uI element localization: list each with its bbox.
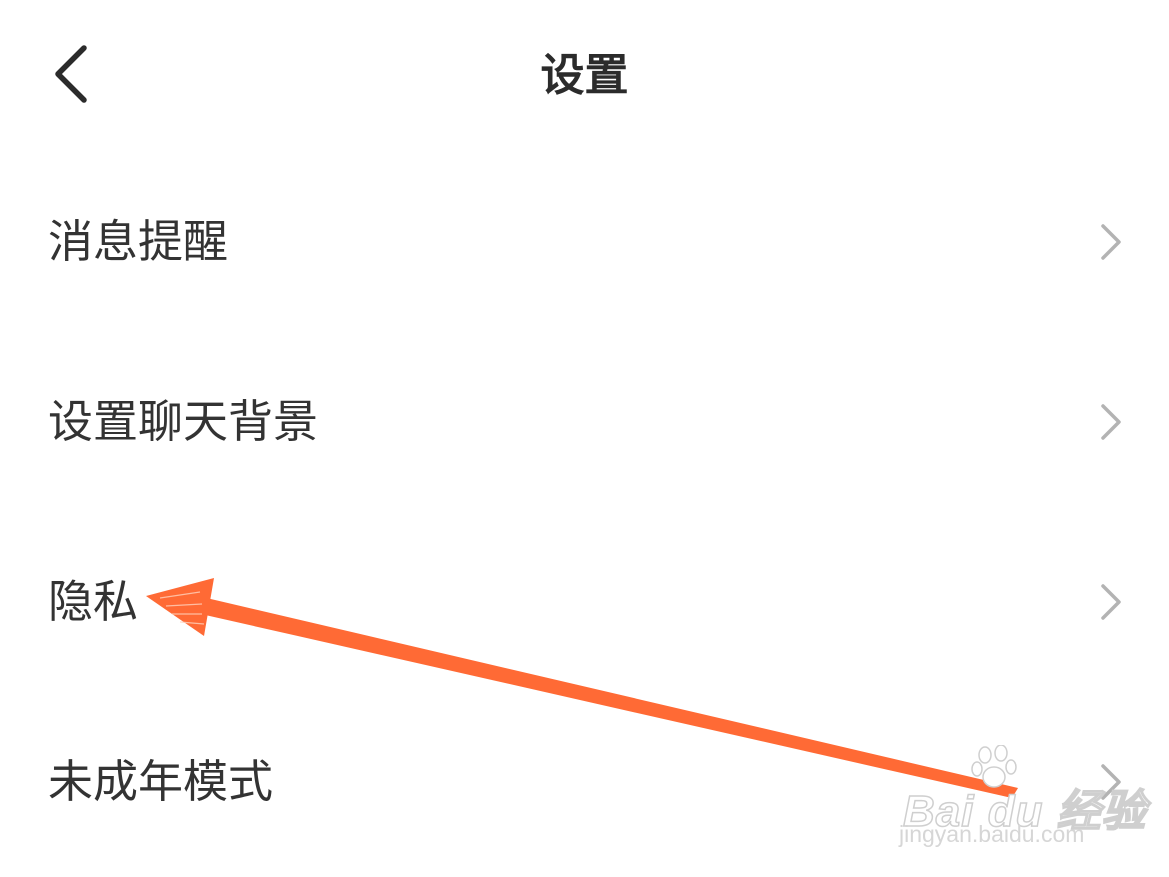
settings-item-privacy[interactable]: 隐私 bbox=[0, 510, 1169, 690]
settings-item-chat-background[interactable]: 设置聊天背景 bbox=[0, 330, 1169, 510]
nav-bar: 设置 bbox=[0, 0, 1169, 150]
settings-list: 消息提醒 设置聊天背景 隐私 未成年模式 bbox=[0, 150, 1169, 870]
settings-item-label: 隐私 bbox=[48, 575, 139, 628]
settings-item-minor-mode[interactable]: 未成年模式 bbox=[0, 690, 1169, 870]
page-title: 设置 bbox=[540, 50, 629, 101]
chevron-right-icon bbox=[1095, 402, 1125, 442]
chevron-right-icon bbox=[1095, 222, 1125, 262]
chevron-right-icon bbox=[1095, 762, 1125, 802]
settings-item-label: 设置聊天背景 bbox=[48, 395, 319, 448]
settings-item-message-reminder[interactable]: 消息提醒 bbox=[0, 150, 1169, 330]
settings-item-label: 消息提醒 bbox=[48, 215, 229, 268]
settings-item-label: 未成年模式 bbox=[48, 755, 274, 808]
chevron-right-icon bbox=[1095, 582, 1125, 622]
